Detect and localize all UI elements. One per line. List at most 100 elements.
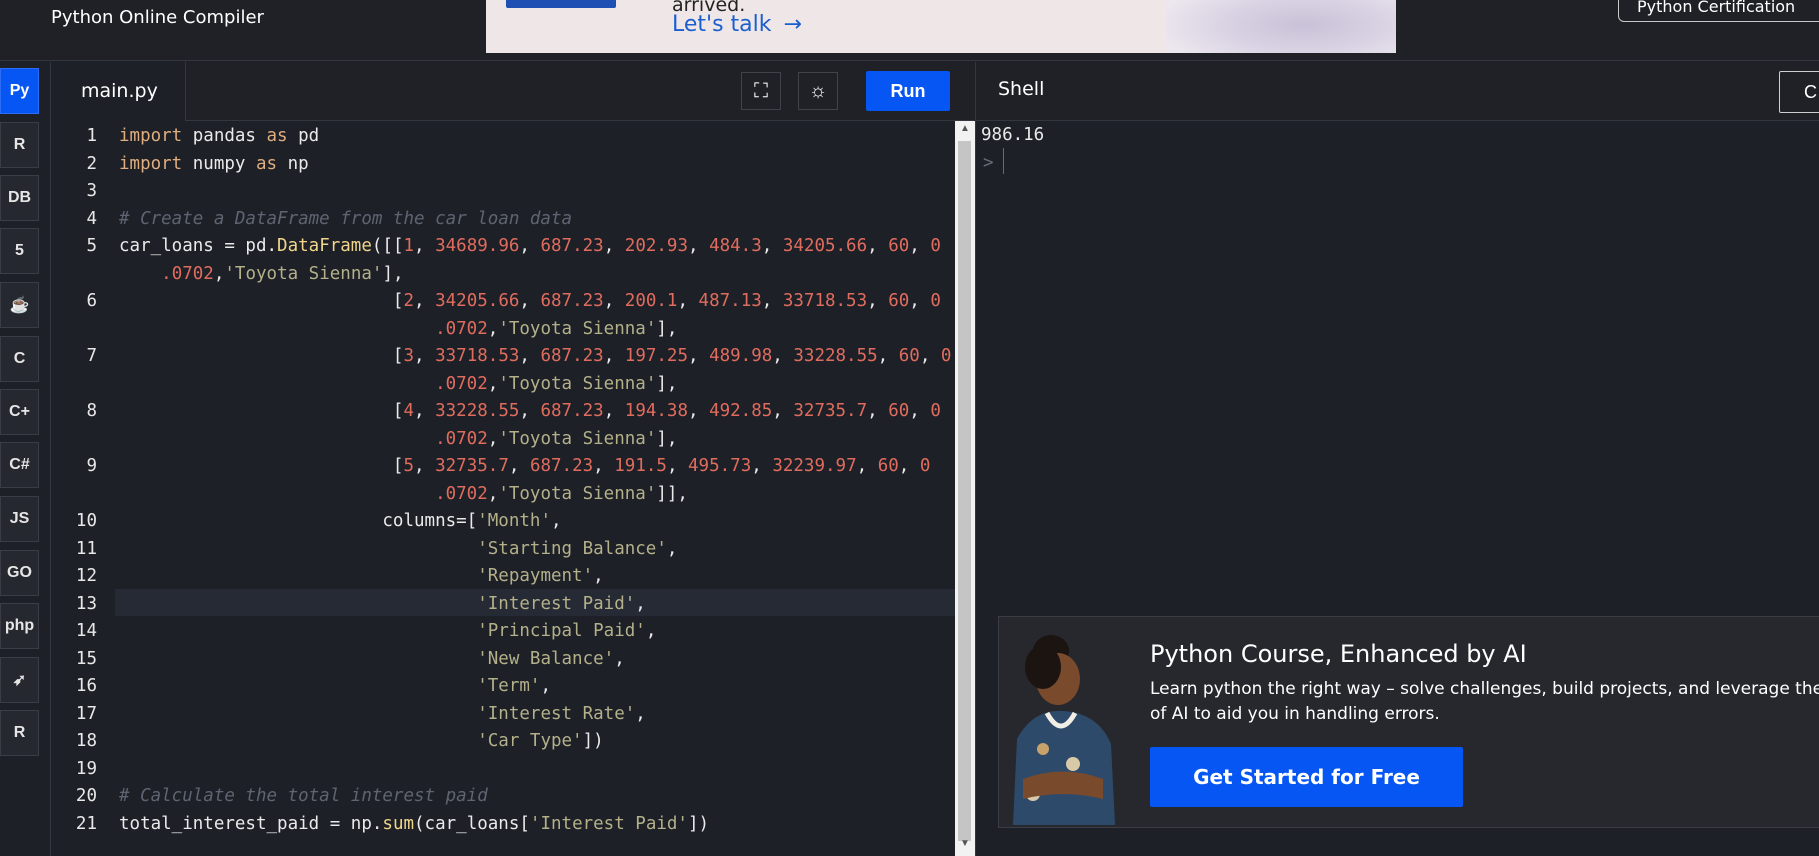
line-number: 6 <box>86 291 97 311</box>
code-line[interactable]: 'Interest Paid', <box>119 594 646 614</box>
code-line[interactable]: [3, 33718.53, 687.23, 197.25, 489.98, 33… <box>119 346 952 366</box>
shell-output-text: 986.16 <box>981 125 1045 145</box>
line-number: 18 <box>75 731 97 751</box>
course-description: Learn python the right way – solve chall… <box>1150 677 1819 727</box>
ad-cta-label: Let's talk <box>672 12 772 37</box>
php-icon: php <box>4 617 35 634</box>
code-line[interactable]: 'Interest Rate', <box>119 704 646 724</box>
scroll-up-icon[interactable]: ▲ <box>955 123 975 139</box>
rust-language-button[interactable]: R <box>0 710 39 756</box>
code-line[interactable]: 'Term', <box>119 676 551 696</box>
top-bar: Python Online Compiler arrived. Let's ta… <box>0 0 1819 61</box>
code-line[interactable]: # Calculate the total interest paid <box>119 786 488 806</box>
csharp-icon: C# <box>9 456 30 473</box>
code-line[interactable]: # Create a DataFrame from the car loan d… <box>119 209 572 229</box>
shell-title: Shell <box>998 78 1045 100</box>
ad-logo <box>506 0 616 8</box>
ad-banner[interactable]: arrived. Let's talk → <box>486 0 1396 53</box>
go-icon: GO <box>7 564 32 581</box>
code-line[interactable]: total_interest_paid = np.sum(car_loans['… <box>119 814 709 834</box>
line-number: 16 <box>75 676 97 696</box>
r-language-button[interactable]: R <box>0 122 39 168</box>
csharp-language-button[interactable]: C# <box>0 442 39 488</box>
instructor-photo <box>1013 635 1115 825</box>
course-ad[interactable]: Python Course, Enhanced by AI Learn pyth… <box>998 616 1819 828</box>
c-language-button[interactable]: C <box>0 336 39 382</box>
ad-image <box>1166 0 1396 53</box>
code-line[interactable]: .0702,'Toyota Sienna'], <box>119 319 677 339</box>
line-number: 19 <box>75 758 97 779</box>
code-line[interactable]: .0702,'Toyota Sienna'], <box>119 429 677 449</box>
line-number: 10 <box>75 511 97 531</box>
get-started-button[interactable]: Get Started for Free <box>1150 747 1463 807</box>
editor-header: main.py ⛶ ☼ Run <box>51 62 974 121</box>
code-line[interactable]: import numpy as np <box>119 154 309 174</box>
scrollbar-thumb[interactable] <box>958 141 971 841</box>
code-line[interactable]: 'Starting Balance', <box>119 539 677 559</box>
editor-scrollbar[interactable]: ▲ ▼ <box>955 121 975 856</box>
code-editor[interactable]: 1 import pandas as pd 2 import numpy as np 3… <box>51 121 955 856</box>
line-number: 20 <box>75 786 97 806</box>
line-number: 12 <box>75 566 97 586</box>
sun-icon: ☼ <box>808 79 828 102</box>
c-icon: C <box>13 350 26 367</box>
code-line[interactable]: 'Car Type']) <box>119 731 603 751</box>
line-number: 2 <box>86 153 97 174</box>
run-button[interactable]: Run <box>866 71 950 111</box>
clear-button[interactable]: C <box>1779 71 1819 113</box>
ad-cta-link[interactable]: Let's talk → <box>672 12 802 37</box>
code-line[interactable]: [4, 33228.55, 687.23, 194.38, 492.85, 32… <box>119 401 941 421</box>
code-line[interactable]: 'Repayment', <box>119 566 603 586</box>
line-number: 5 <box>86 236 97 256</box>
scroll-down-icon[interactable]: ▼ <box>955 838 975 854</box>
line-number: 9 <box>86 456 97 476</box>
shell-prompt: > <box>983 153 994 173</box>
js-icon: JS <box>9 510 30 527</box>
database-icon: DB <box>7 189 32 206</box>
rust-icon: R <box>13 724 26 741</box>
code-line[interactable]: columns=['Month', <box>119 511 561 531</box>
swift-language-button[interactable]: ➶ <box>0 657 39 703</box>
theme-toggle-button[interactable]: ☼ <box>798 72 838 110</box>
line-number: 14 <box>75 621 97 641</box>
code-line[interactable]: [5, 32735.7, 687.23, 191.5, 495.73, 3223… <box>119 456 930 476</box>
swift-icon: ➶ <box>12 672 27 689</box>
java-language-button[interactable]: ☕ <box>0 282 39 328</box>
code-line[interactable]: [2, 34205.66, 687.23, 200.1, 487.13, 337… <box>119 291 941 311</box>
language-sidebar: Py R DB 5 ☕ C C+ C# JS GO php ➶ R <box>0 62 51 856</box>
js-language-button[interactable]: JS <box>0 496 39 542</box>
java-icon: ☕ <box>9 297 30 314</box>
certification-button[interactable]: Python Certification <box>1618 0 1819 22</box>
tab-main-py[interactable]: main.py <box>51 62 186 121</box>
code-line[interactable]: 'Principal Paid', <box>119 621 656 641</box>
html5-language-button[interactable]: 5 <box>0 228 39 274</box>
code-line[interactable]: import pandas as pd <box>119 126 319 146</box>
line-number: 1 <box>86 126 97 146</box>
code-line[interactable]: .0702,'Toyota Sienna'], <box>119 374 677 394</box>
shell-cursor <box>1003 148 1004 174</box>
course-description-line-1: Learn python the right way – solve chall… <box>1150 679 1819 699</box>
database-language-button[interactable]: DB <box>0 175 39 221</box>
r-icon: R <box>13 136 26 153</box>
fullscreen-icon: ⛶ <box>754 79 768 102</box>
cpp-icon: C+ <box>9 403 30 420</box>
line-number: 11 <box>75 538 97 559</box>
line-number: 17 <box>75 703 97 724</box>
line-number: 4 <box>86 208 97 229</box>
python-language-button[interactable]: Py <box>0 68 39 114</box>
line-number: 3 <box>86 181 97 201</box>
fullscreen-button[interactable]: ⛶ <box>741 72 781 110</box>
line-number: 15 <box>75 648 97 669</box>
line-number: 7 <box>86 346 97 366</box>
code-line[interactable]: car_loans = pd.DataFrame([[1, 34689.96, … <box>119 236 941 256</box>
code-line[interactable]: .0702,'Toyota Sienna'], <box>119 264 403 284</box>
python-icon: Py <box>9 82 30 99</box>
code-line[interactable]: 'New Balance', <box>119 649 625 669</box>
line-number: 13 <box>75 593 97 614</box>
cpp-language-button[interactable]: C+ <box>0 389 39 435</box>
arrow-right-icon: → <box>783 12 802 37</box>
code-line[interactable]: .0702,'Toyota Sienna']], <box>119 484 688 504</box>
brand-title[interactable]: Python Online Compiler <box>51 7 264 28</box>
go-language-button[interactable]: GO <box>0 550 39 596</box>
php-language-button[interactable]: php <box>0 603 39 649</box>
